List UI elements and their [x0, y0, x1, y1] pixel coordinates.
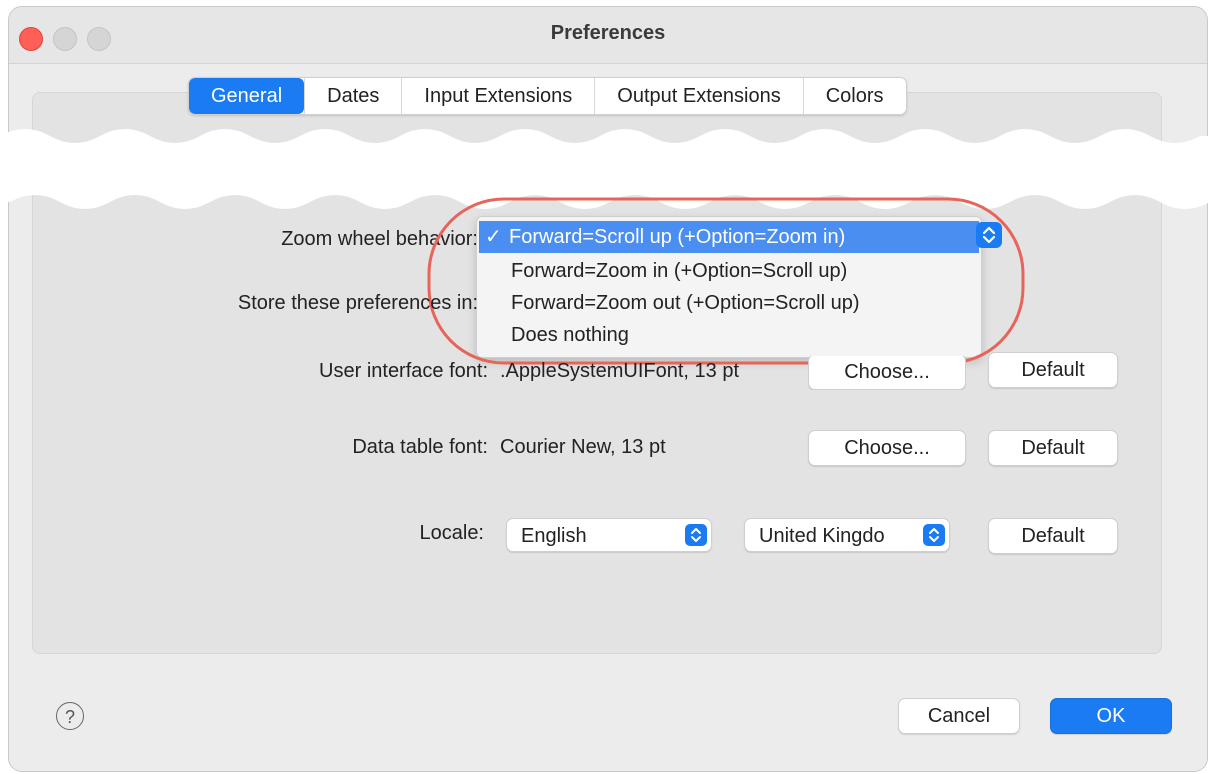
ui-font-choose-button[interactable]: Choose... [808, 356, 966, 390]
table-font-label: Data table font: [352, 436, 488, 458]
ui-font-label: User interface font: [319, 360, 488, 382]
region-stepper-icon [923, 524, 945, 546]
table-font-default-button[interactable]: Default [988, 430, 1118, 466]
highlight-annotation-oval [427, 197, 1025, 365]
ok-button[interactable]: OK [1050, 698, 1172, 734]
tab-input-extensions[interactable]: Input Extensions [401, 78, 594, 114]
tab-dates[interactable]: Dates [304, 78, 401, 114]
tab-bar: General Dates Input Extensions Output Ex… [188, 77, 907, 115]
ui-font-value: .AppleSystemUIFont, 13 pt [500, 360, 740, 382]
store-preferences-label: Store these preferences in: [237, 292, 478, 314]
ui-font-default-button[interactable]: Default [988, 352, 1118, 388]
locale-region-select[interactable]: United Kingdo [744, 518, 950, 552]
tab-general[interactable]: General [189, 78, 305, 114]
locale-language-select[interactable]: English [506, 518, 712, 552]
tab-colors[interactable]: Colors [802, 78, 906, 114]
title-bar: Preferences [9, 7, 1207, 64]
tab-output-extensions[interactable]: Output Extensions [594, 78, 802, 114]
locale-region-value: United Kingdo [759, 525, 885, 547]
cancel-button[interactable]: Cancel [898, 698, 1020, 734]
locale-label: Locale: [419, 522, 485, 544]
locale-default-button[interactable]: Default [988, 518, 1118, 554]
help-icon[interactable]: ? [56, 702, 84, 730]
table-font-value: Courier New, 13 pt [500, 436, 666, 458]
table-font-choose-button[interactable]: Choose... [808, 430, 966, 466]
language-stepper-icon [685, 524, 707, 546]
locale-language-value: English [521, 525, 587, 547]
window-title: Preferences [550, 22, 666, 44]
